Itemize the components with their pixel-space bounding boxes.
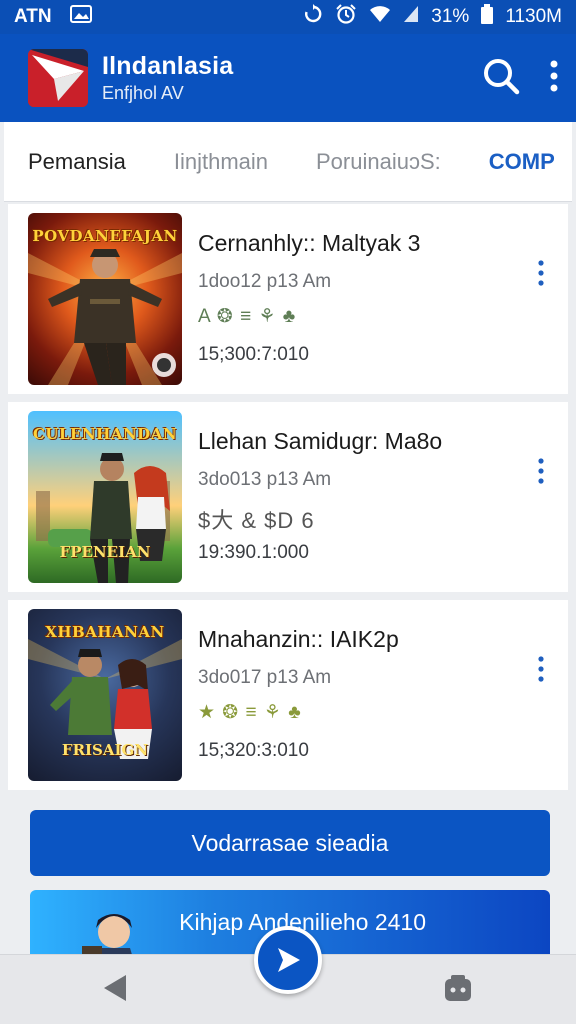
list-item[interactable]: POVDANEFAJAN Cernanhly:: Maltyak 3 1doo1… <box>8 204 568 394</box>
thumbnail-title: POVDANEFAJAN <box>32 227 178 245</box>
item-date: 3do017 p13 Am <box>198 667 332 688</box>
more-vert-icon[interactable] <box>550 60 558 97</box>
thumbnail-footer: FPENEIAN <box>59 543 151 561</box>
app-title: Ilndanlasia <box>102 52 234 80</box>
tab-poruinaius[interactable]: PoruinaiuɔS: <box>316 149 441 175</box>
app-bar: Ilndanlasia Enfjhol AV <box>0 34 576 122</box>
carrier-label: ATN <box>14 6 52 27</box>
item-title: Cernanhly:: Maltyak 3 <box>198 230 421 256</box>
banner-character-image <box>82 914 132 954</box>
game-thumbnail: POVDANEFAJAN <box>28 213 182 385</box>
play-button[interactable] <box>254 926 322 994</box>
game-thumbnail: CULENHANDAN FPENEIAN <box>28 411 182 583</box>
wifi-icon <box>369 5 391 29</box>
item-tags: $大 & $D 6 <box>198 508 315 533</box>
thumbnail-title: CULENHANDAN <box>32 425 178 443</box>
item-tags: A ❂ ≡ ⚘ ♣ <box>198 306 297 327</box>
battery-percent: 31% <box>431 6 470 27</box>
item-more-icon[interactable] <box>538 458 544 489</box>
back-icon[interactable] <box>100 973 130 1008</box>
game-list: POVDANEFAJAN Cernanhly:: Maltyak 3 1doo1… <box>8 204 568 798</box>
tab-comp[interactable]: COMP <box>489 149 555 175</box>
app-logo <box>28 49 88 107</box>
status-bar: ATN 31% 1130M <box>0 0 576 34</box>
item-more-icon[interactable] <box>538 656 544 687</box>
list-item[interactable]: CULENHANDAN FPENEIAN Llehan Samidugr: Ma… <box>8 402 568 592</box>
primary-action-button[interactable]: Vodarrasae sieadia <box>30 810 550 876</box>
list-item[interactable]: XHBAHANAN FRISAIGN Mnahanzin:: IAIK2p 3d… <box>8 600 568 790</box>
item-title: Llehan Samidugr: Ma8o <box>198 428 443 454</box>
search-icon[interactable] <box>482 57 520 100</box>
thumbnail-footer: FRISAIGN <box>61 741 149 759</box>
app-subtitle: Enfjhol AV <box>102 83 184 103</box>
play-icon <box>278 948 300 972</box>
item-title: Mnahanzin:: IAIK2p <box>198 626 399 652</box>
gamepad-icon[interactable] <box>443 973 473 1008</box>
item-number: 19:390.1:000 <box>198 542 309 563</box>
item-date: 3do013 p13 Am <box>198 469 332 490</box>
alarm-icon <box>335 4 357 30</box>
game-thumbnail: XHBAHANAN FRISAIGN <box>28 609 182 781</box>
thumbnail-title: XHBAHANAN <box>45 623 165 641</box>
image-icon <box>69 5 92 29</box>
tab-iinjthmain[interactable]: Iinjthmain <box>174 149 268 175</box>
tab-pemansia[interactable]: Pemansia <box>28 149 126 175</box>
signal-icon <box>403 5 419 29</box>
item-number: 15;320:3:010 <box>198 740 309 761</box>
battery-icon <box>481 4 494 30</box>
item-tags: ★ ❂ ≡ ⚘ ♣ <box>198 702 302 723</box>
status-time: 1130M <box>505 6 562 27</box>
tab-bar: Pemansia Iinjthmain PoruinaiuɔS: COMP <box>4 122 572 202</box>
item-date: 1doo12 p13 Am <box>198 271 332 292</box>
item-more-icon[interactable] <box>538 260 544 291</box>
item-number: 15;300:7:010 <box>198 344 309 365</box>
sync-icon <box>303 4 323 30</box>
